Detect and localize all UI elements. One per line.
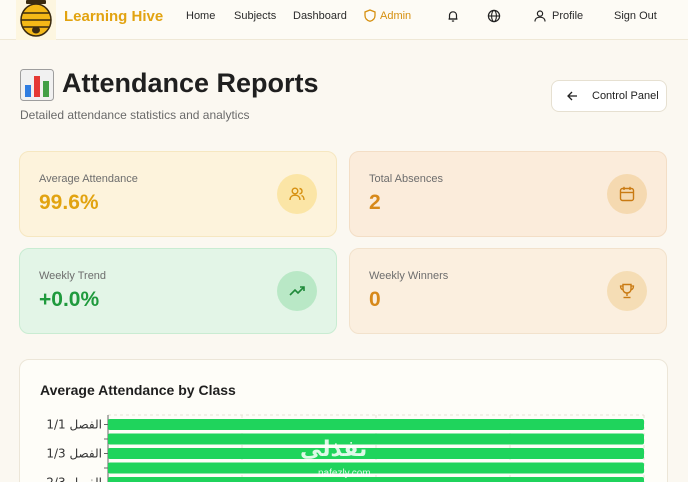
- stat-label: Weekly Winners: [369, 270, 449, 282]
- bell-icon[interactable]: [446, 9, 460, 23]
- attendance-by-class-chart: Average Attendance by Class الفصل 1/1 الف…: [19, 359, 668, 482]
- user-icon: [534, 10, 546, 22]
- stat-card-weekly-trend: Weekly Trend +0.0%: [19, 248, 337, 334]
- y-tick-label: 2/3 الفصل: [46, 476, 102, 482]
- stat-label: Total Absences: [369, 173, 443, 185]
- watermark-text: نفذلي: [300, 436, 368, 461]
- stat-value: 0: [369, 288, 381, 311]
- page-title: Attendance Reports: [62, 68, 319, 98]
- bar[interactable]: [108, 419, 644, 430]
- y-tick-label: الفصل 1/3: [46, 447, 102, 461]
- stat-card-average-attendance: Average Attendance 99.6%: [19, 151, 337, 237]
- nav-admin-link[interactable]: Admin: [380, 10, 411, 22]
- globe-icon[interactable]: [487, 9, 501, 23]
- chart-bar-emoji-icon: [20, 69, 54, 101]
- nav-subjects-link[interactable]: Subjects: [234, 10, 276, 22]
- shield-icon: [364, 9, 376, 22]
- nav-profile-link[interactable]: Profile: [552, 10, 583, 22]
- arrow-left-icon: [567, 91, 577, 101]
- top-navbar: Learning Hive Home Subjects Dashboard Ad…: [0, 0, 688, 40]
- brand-name[interactable]: Learning Hive: [64, 8, 163, 25]
- control-panel-button[interactable]: Control Panel: [551, 80, 667, 112]
- nav-dashboard-link[interactable]: Dashboard: [293, 10, 347, 22]
- stat-card-total-absences: Total Absences 2: [349, 151, 667, 237]
- control-panel-label: Control Panel: [592, 90, 659, 102]
- bar[interactable]: [108, 433, 644, 445]
- stat-value: 99.6%: [39, 191, 99, 214]
- stat-card-weekly-winners: Weekly Winners 0: [349, 248, 667, 334]
- stat-label: Weekly Trend: [39, 270, 107, 282]
- calendar-icon: [607, 174, 647, 214]
- watermark-url: nafezly.com: [318, 468, 371, 479]
- stat-label: Average Attendance: [39, 173, 138, 185]
- y-tick-label: الفصل 1/1: [46, 418, 102, 432]
- users-icon: [277, 174, 317, 214]
- stat-value: +0.0%: [39, 288, 100, 311]
- beehive-logo-icon[interactable]: [16, 0, 56, 40]
- nav-home-link[interactable]: Home: [186, 10, 215, 22]
- bar[interactable]: [108, 477, 644, 482]
- page-subtitle: Detailed attendance statistics and analy…: [20, 108, 250, 122]
- bar[interactable]: [108, 448, 644, 459]
- stat-value: 2: [369, 191, 381, 214]
- bar-chart-svg: الفصل 1/1 الفصل 1/3 2/3 الفصل: [46, 414, 645, 482]
- bar[interactable]: [108, 462, 644, 474]
- trophy-icon: [607, 271, 647, 311]
- trend-up-icon: [277, 271, 317, 311]
- nav-signout-link[interactable]: Sign Out: [614, 10, 657, 22]
